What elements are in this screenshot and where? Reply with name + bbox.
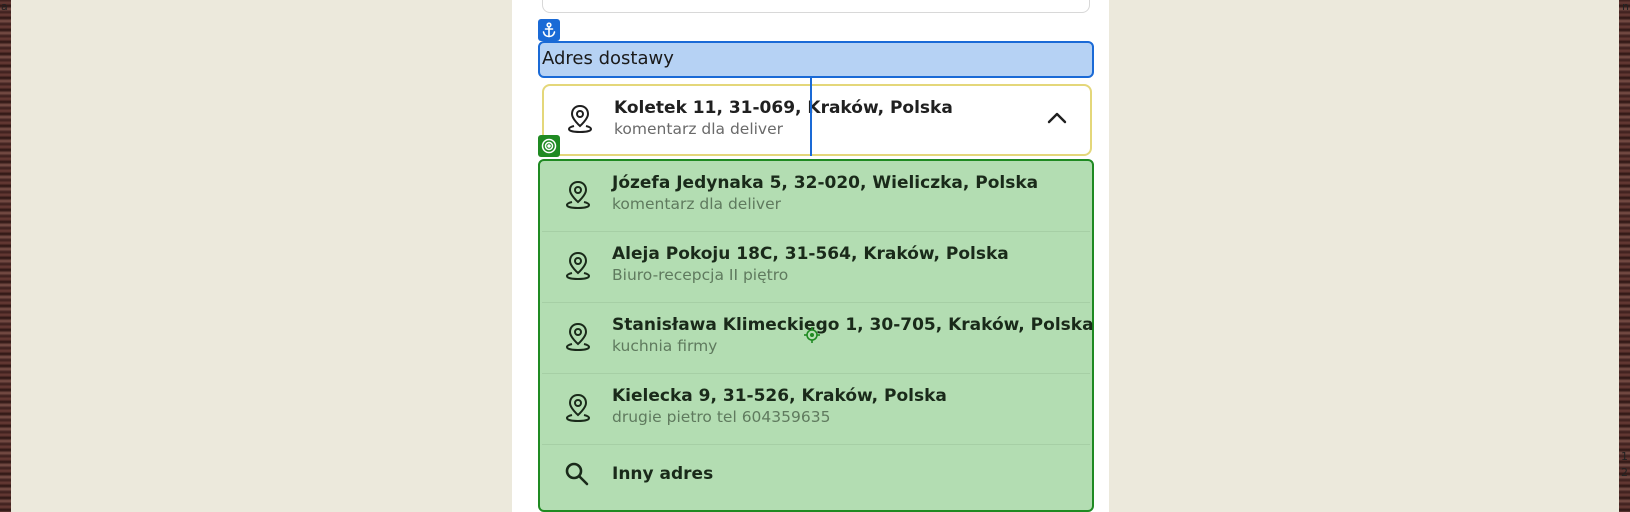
- address-option[interactable]: Kielecka 9, 31-526, Kraków, Polska drugi…: [542, 374, 1090, 445]
- selected-address-line2: komentarz dla deliver: [614, 120, 784, 138]
- edge-text-right-top: n: [1622, 0, 1629, 13]
- option-line1: Kielecka 9, 31-526, Kraków, Polska: [612, 386, 947, 406]
- edge-text-right-2: 2: [1621, 466, 1628, 479]
- search-icon: [565, 462, 589, 486]
- location-pin-icon: [565, 393, 591, 423]
- option-line2: komentarz dla deliver: [612, 195, 782, 213]
- option-line2: Biuro-recepcja II piętro: [612, 266, 789, 284]
- chevron-up-icon[interactable]: [1046, 110, 1068, 126]
- left-edge-strip: [0, 0, 11, 512]
- edge-text-right-1: 1: [1621, 450, 1628, 463]
- anchor-icon: [538, 19, 560, 41]
- location-pin-icon: [565, 251, 591, 281]
- previous-field-card[interactable]: [542, 0, 1090, 13]
- crosshair-icon: [804, 327, 820, 343]
- address-select[interactable]: Koletek 11, 31-069, Kraków, Polska komen…: [542, 84, 1092, 156]
- guide-line: [810, 76, 812, 156]
- section-label-highlight: Adres dostawy: [538, 41, 1094, 78]
- location-pin-icon: [565, 180, 591, 210]
- option-line1: Stanisława Klimeckiego 1, 30-705, Kraków…: [612, 315, 1094, 335]
- location-pin-icon: [567, 104, 593, 134]
- other-address-option[interactable]: Inny adres: [542, 445, 1090, 505]
- address-option[interactable]: Józefa Jedynaka 5, 32-020, Wieliczka, Po…: [542, 161, 1090, 232]
- edge-text-left: a: [1, 0, 8, 13]
- target-icon: [538, 135, 560, 157]
- section-label: Adres dostawy: [542, 48, 674, 69]
- address-option[interactable]: Aleja Pokoju 18C, 31-564, Kraków, Polska…: [542, 232, 1090, 303]
- option-line2: kuchnia firmy: [612, 337, 718, 355]
- option-line1: Aleja Pokoju 18C, 31-564, Kraków, Polska: [612, 244, 1009, 264]
- right-edge-strip: [1619, 0, 1630, 512]
- option-line2: drugie pietro tel 604359635: [612, 408, 831, 426]
- option-line1: Józefa Jedynaka 5, 32-020, Wieliczka, Po…: [612, 173, 1039, 193]
- other-address-label: Inny adres: [612, 464, 714, 484]
- location-pin-icon: [565, 322, 591, 352]
- form-panel: Adres dostawy Koletek 11, 31-069, Kraków…: [512, 0, 1109, 512]
- selected-address-line1: Koletek 11, 31-069, Kraków, Polska: [614, 98, 953, 118]
